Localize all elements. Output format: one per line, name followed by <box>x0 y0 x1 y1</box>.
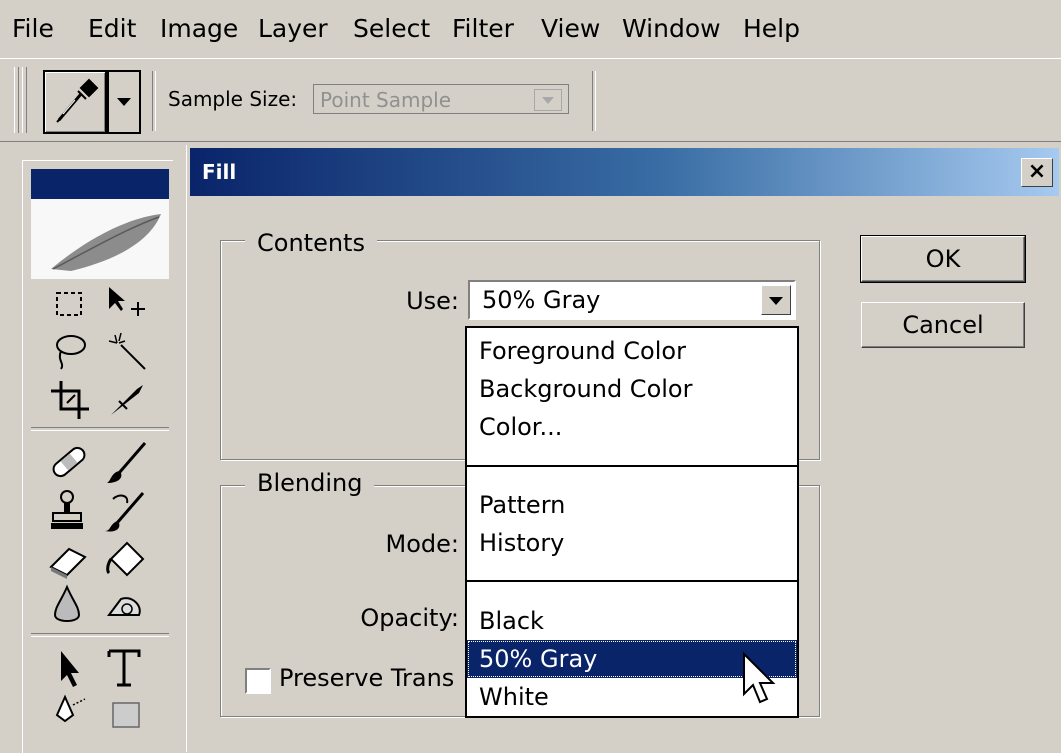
slice-icon <box>111 385 143 415</box>
sample-size-label: Sample Size: <box>168 87 298 111</box>
move-icon <box>109 287 145 316</box>
pen-tool[interactable] <box>45 691 99 741</box>
clone-stamp-tool[interactable] <box>45 485 99 535</box>
dialog-titlebar[interactable]: Fill × <box>190 148 1059 196</box>
marquee-tool[interactable] <box>45 279 99 329</box>
healing-brush-icon <box>52 446 86 478</box>
dodge-tool[interactable] <box>101 581 155 631</box>
menu-layer[interactable]: Layer <box>258 14 328 44</box>
menu-window[interactable]: Window <box>622 14 721 44</box>
rectangle-icon <box>112 702 140 728</box>
path-selection-icon <box>61 651 79 687</box>
slice-tool[interactable] <box>101 375 155 425</box>
chevron-down-icon[interactable] <box>761 285 791 315</box>
toolbox-separator <box>31 427 169 431</box>
menu-edit[interactable]: Edit <box>88 14 136 44</box>
magic-wand-icon <box>108 332 146 370</box>
blur-icon <box>53 584 81 622</box>
rectangle-tool[interactable] <box>101 691 155 741</box>
ok-button[interactable]: OK <box>860 235 1026 283</box>
clone-stamp-icon <box>51 490 83 529</box>
menu-select[interactable]: Select <box>353 14 430 44</box>
menu-bar: File Edit Image Layer Select Filter View… <box>0 0 1061 58</box>
option-history[interactable]: History <box>467 524 797 562</box>
dropdown-separator <box>467 465 797 467</box>
blending-legend: Blending <box>245 469 375 497</box>
preserve-transparency-checkbox[interactable] <box>245 668 271 694</box>
menu-view[interactable]: View <box>541 14 600 44</box>
option-pattern[interactable]: Pattern <box>467 486 797 524</box>
dialog-title: Fill <box>202 160 237 184</box>
preserve-transparency-label[interactable]: Preserve Trans <box>279 664 454 692</box>
options-separator <box>152 71 156 131</box>
eraser-tool[interactable] <box>45 533 99 583</box>
sample-size-value: Point Sample <box>320 88 452 112</box>
dodge-icon <box>107 597 141 616</box>
close-icon: × <box>1027 159 1047 184</box>
use-select[interactable]: 50% Gray <box>468 280 796 320</box>
options-bar: Sample Size: Point Sample <box>0 58 1061 142</box>
magic-wand-tool[interactable] <box>101 327 155 377</box>
options-bar-grip-2 <box>22 67 27 133</box>
type-tool[interactable] <box>101 643 155 693</box>
menu-image[interactable]: Image <box>160 14 238 44</box>
dropdown-separator-2 <box>467 580 797 582</box>
options-separator-2 <box>592 71 596 131</box>
cancel-button[interactable]: Cancel <box>861 302 1025 348</box>
move-tool[interactable] <box>101 279 155 329</box>
menu-file[interactable]: File <box>12 14 54 44</box>
brush-icon <box>107 442 147 483</box>
use-value: 50% Gray <box>482 286 601 314</box>
feather-logo[interactable] <box>31 199 169 279</box>
sample-size-select[interactable]: Point Sample <box>313 84 569 114</box>
history-brush-icon <box>105 492 145 532</box>
eraser-icon <box>49 547 87 579</box>
toolbox-titlebar[interactable] <box>31 169 169 199</box>
chevron-down-icon <box>534 89 562 111</box>
menu-filter[interactable]: Filter <box>452 14 514 44</box>
paint-bucket-tool[interactable] <box>101 533 155 583</box>
option-foreground-color[interactable]: Foreground Color <box>467 332 797 370</box>
paint-bucket-icon <box>106 541 145 577</box>
path-selection-tool[interactable] <box>45 643 99 693</box>
menu-help[interactable]: Help <box>743 14 800 44</box>
brush-tool[interactable] <box>101 437 155 487</box>
options-bar-grip[interactable] <box>14 67 19 133</box>
pen-icon <box>55 694 86 723</box>
close-button[interactable]: × <box>1021 158 1053 187</box>
history-brush-tool[interactable] <box>101 485 155 535</box>
lasso-icon <box>56 335 86 370</box>
tool-preset-dropdown[interactable] <box>107 70 141 134</box>
lasso-tool[interactable] <box>45 327 99 377</box>
option-background-color[interactable]: Background Color <box>467 370 797 408</box>
opacity-label: Opacity: <box>360 604 459 632</box>
use-label: Use: <box>406 287 459 315</box>
marquee-icon <box>56 292 82 316</box>
option-black[interactable]: Black <box>467 602 797 640</box>
eyedropper-icon <box>56 78 99 123</box>
contents-legend: Contents <box>245 229 377 257</box>
tool-preset-picker[interactable] <box>43 70 107 134</box>
type-icon <box>107 649 141 687</box>
mode-label: Mode: <box>385 530 459 558</box>
toolbox-separator-2 <box>31 633 169 637</box>
blur-tool[interactable] <box>45 581 99 631</box>
crop-tool[interactable] <box>45 375 99 425</box>
crop-icon <box>51 381 89 419</box>
toolbox <box>22 160 173 753</box>
mouse-pointer-icon <box>743 652 776 704</box>
option-color[interactable]: Color... <box>467 408 797 446</box>
healing-brush-tool[interactable] <box>45 437 99 487</box>
